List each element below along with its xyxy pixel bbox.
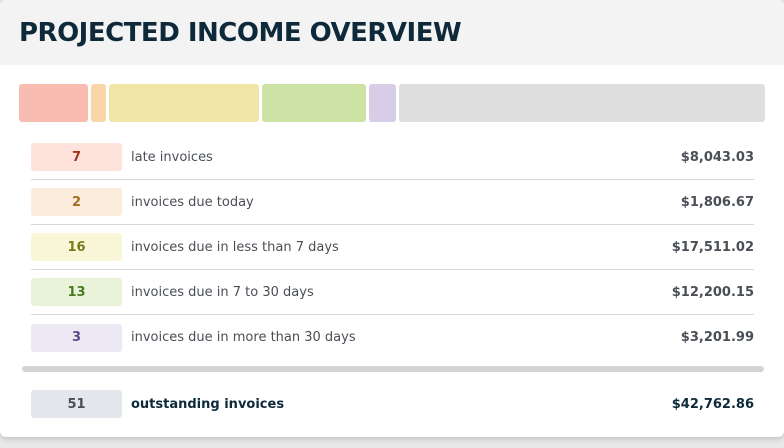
total-label: outstanding invoices: [131, 396, 285, 412]
page-title: PROJECTED INCOME OVERVIEW: [19, 17, 462, 48]
row-outstanding-total[interactable]: 51 outstanding invoices $42,762.86: [31, 390, 754, 418]
count-badge: 2: [31, 188, 122, 216]
bar-segment-due-today: [90, 84, 107, 122]
row-amount: $1,806.67: [680, 194, 754, 210]
count-badge: 3: [31, 323, 122, 352]
bar-segment-less-than-7: [109, 84, 259, 122]
count-badge: 16: [31, 233, 122, 261]
count-badge: 7: [31, 143, 122, 171]
row-late-invoices[interactable]: 7 late invoices $8,043.03: [31, 135, 754, 180]
row-label: late invoices: [131, 149, 213, 165]
total-count-badge: 51: [31, 390, 122, 418]
row-label: invoices due in 7 to 30 days: [131, 284, 314, 300]
row-due-today[interactable]: 2 invoices due today $1,806.67: [31, 180, 754, 225]
bar-segment-remaining: [399, 84, 765, 122]
row-due-more-than-30[interactable]: 3 invoices due in more than 30 days $3,2…: [31, 315, 754, 360]
card-header: PROJECTED INCOME OVERVIEW: [0, 0, 784, 65]
income-overview-card: PROJECTED INCOME OVERVIEW 7 late invoice…: [0, 0, 784, 437]
count-badge: 13: [31, 278, 122, 306]
bar-segment-more-than-30: [369, 84, 397, 122]
row-due-7-to-30[interactable]: 13 invoices due in 7 to 30 days $12,200.…: [31, 270, 754, 315]
row-label: invoices due in less than 7 days: [131, 239, 339, 255]
row-label: invoices due today: [131, 194, 254, 210]
row-due-less-than-7[interactable]: 16 invoices due in less than 7 days $17,…: [31, 225, 754, 270]
row-amount: $8,043.03: [680, 149, 754, 165]
total-divider: [22, 366, 764, 372]
bar-segment-7-to-30: [261, 84, 367, 122]
row-label: invoices due in more than 30 days: [131, 330, 356, 345]
row-amount: $17,511.02: [671, 239, 754, 255]
row-amount: $12,200.15: [671, 284, 754, 300]
invoice-rows: 7 late invoices $8,043.03 2 invoices due…: [31, 135, 754, 360]
income-distribution-bar: [19, 84, 765, 122]
bar-segment-late: [19, 84, 88, 122]
total-amount: $42,762.86: [671, 396, 754, 412]
row-amount: $3,201.99: [680, 330, 754, 345]
